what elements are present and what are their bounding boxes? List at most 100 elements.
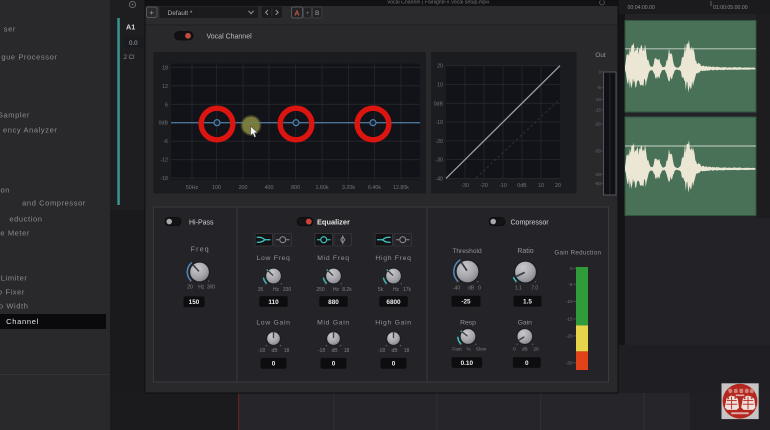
svg-text:0.10: 0.10: [461, 360, 474, 367]
svg-text:Hz: Hz: [273, 287, 280, 293]
svg-text:-18: -18: [160, 176, 168, 182]
svg-text:-18: -18: [318, 348, 325, 354]
svg-text:e Meter: e Meter: [0, 229, 30, 238]
svg-text:-40: -40: [435, 176, 443, 182]
svg-text:10: 10: [538, 183, 544, 189]
svg-text:3.20k: 3.20k: [342, 185, 355, 191]
svg-text:00:04:00.00: 00:04:00.00: [628, 5, 656, 11]
svg-text:-18: -18: [378, 348, 385, 354]
svg-text:01:00:05:00.00: 01:00:05:00.00: [713, 5, 748, 11]
svg-text:400: 400: [265, 185, 274, 191]
svg-text:Gain Reduction: Gain Reduction: [554, 250, 601, 257]
svg-text:-30: -30: [594, 149, 601, 154]
svg-text:-15: -15: [566, 317, 573, 322]
svg-text:-30: -30: [461, 183, 469, 189]
svg-text:o Width: o Width: [0, 302, 29, 311]
svg-text:Freq: Freq: [191, 247, 210, 254]
svg-text:-20: -20: [435, 139, 443, 145]
svg-text:A1: A1: [126, 23, 135, 32]
svg-text:Mid Freq: Mid Freq: [317, 255, 349, 262]
svg-text:-30: -30: [435, 158, 443, 164]
svg-text:Fast: Fast: [452, 347, 462, 353]
svg-text:-20: -20: [566, 334, 573, 339]
svg-text:0: 0: [598, 70, 601, 75]
svg-text:Low Gain: Low Gain: [256, 319, 290, 326]
svg-text:Hz: Hz: [198, 284, 205, 290]
svg-text:o Fixer: o Fixer: [0, 288, 25, 297]
svg-text:0dB: 0dB: [159, 121, 169, 127]
svg-text:Low Freq: Low Freq: [257, 255, 291, 262]
svg-text:-60: -60: [594, 181, 601, 186]
svg-text:-10: -10: [435, 120, 443, 126]
svg-text:-10: -10: [594, 97, 601, 102]
svg-text:dB: dB: [522, 347, 528, 353]
svg-text:20: 20: [187, 284, 193, 290]
svg-text:-12: -12: [160, 158, 168, 164]
svg-text:0: 0: [478, 285, 481, 291]
svg-text:-10: -10: [499, 183, 507, 189]
svg-text:dB: dB: [391, 348, 398, 354]
svg-text:Vocal Channel | FairlightFX vo: Vocal Channel | FairlightFX vocal setup.…: [387, 0, 489, 6]
svg-text:Default *: Default *: [168, 10, 193, 17]
svg-text:12.80k: 12.80k: [393, 185, 409, 191]
svg-text:0.0: 0.0: [129, 40, 138, 47]
svg-text:ser: ser: [4, 25, 16, 34]
svg-text:300: 300: [207, 284, 216, 290]
svg-text:6: 6: [165, 102, 168, 108]
svg-text:Compressor: Compressor: [511, 220, 550, 227]
svg-text:200: 200: [239, 185, 248, 191]
svg-text:and Compressor: and Compressor: [22, 199, 86, 208]
svg-text:20: 20: [533, 347, 539, 353]
svg-text:High Freq: High Freq: [375, 255, 411, 262]
svg-text:18: 18: [284, 348, 290, 354]
svg-text:330: 330: [283, 287, 292, 293]
svg-text:Limiter: Limiter: [1, 274, 28, 283]
svg-text:B: B: [315, 10, 320, 17]
svg-text:Equalizer: Equalizer: [317, 218, 350, 227]
svg-text:Channel: Channel: [6, 317, 39, 326]
svg-text:-20: -20: [594, 122, 601, 127]
svg-text:35: 35: [258, 287, 264, 293]
svg-text:20: 20: [437, 64, 443, 70]
svg-text:on: on: [0, 186, 10, 195]
svg-text:0: 0: [392, 361, 396, 368]
svg-text:Ratio: Ratio: [517, 248, 533, 255]
svg-text:Gain: Gain: [518, 319, 533, 326]
svg-text:2 Cl: 2 Cl: [124, 54, 135, 61]
svg-text:8.2k: 8.2k: [342, 287, 352, 293]
svg-text:0dB: 0dB: [434, 101, 444, 107]
svg-text:High Gain: High Gain: [375, 319, 412, 326]
svg-text:+: +: [306, 11, 310, 17]
svg-text:0: 0: [272, 361, 276, 368]
svg-text:eduction: eduction: [9, 215, 42, 224]
svg-text:-25: -25: [461, 299, 471, 306]
svg-text:Resp: Resp: [460, 319, 476, 326]
svg-text:A: A: [294, 8, 299, 17]
svg-text:-40: -40: [453, 285, 460, 291]
svg-text:5k: 5k: [378, 287, 384, 293]
svg-text:17k: 17k: [403, 287, 412, 293]
svg-text:-30: -30: [566, 361, 573, 366]
svg-text:-5: -5: [568, 282, 573, 287]
svg-text:Mid Gain: Mid Gain: [317, 319, 350, 326]
svg-text:1.5: 1.5: [523, 299, 532, 306]
svg-text:+: +: [150, 8, 155, 17]
svg-text:-40: -40: [594, 172, 601, 177]
svg-text:18: 18: [162, 65, 168, 71]
svg-text:1.60k: 1.60k: [316, 185, 329, 191]
svg-text:6800: 6800: [386, 299, 401, 306]
svg-text:gue Processor: gue Processor: [1, 53, 57, 62]
svg-text:Slow: Slow: [476, 347, 487, 353]
svg-text:Hz: Hz: [393, 287, 400, 293]
svg-text:dB: dB: [271, 348, 278, 354]
svg-text:20: 20: [555, 183, 561, 189]
svg-text:0dB: 0dB: [517, 183, 527, 189]
svg-text:-15: -15: [594, 108, 601, 113]
svg-text:0: 0: [525, 360, 529, 367]
svg-text:%: %: [466, 347, 471, 353]
svg-text:Out: Out: [595, 52, 605, 59]
svg-text:250: 250: [316, 287, 325, 293]
svg-text:Sampler: Sampler: [0, 111, 30, 120]
svg-text:-5: -5: [597, 85, 602, 90]
svg-text:0: 0: [332, 361, 336, 368]
